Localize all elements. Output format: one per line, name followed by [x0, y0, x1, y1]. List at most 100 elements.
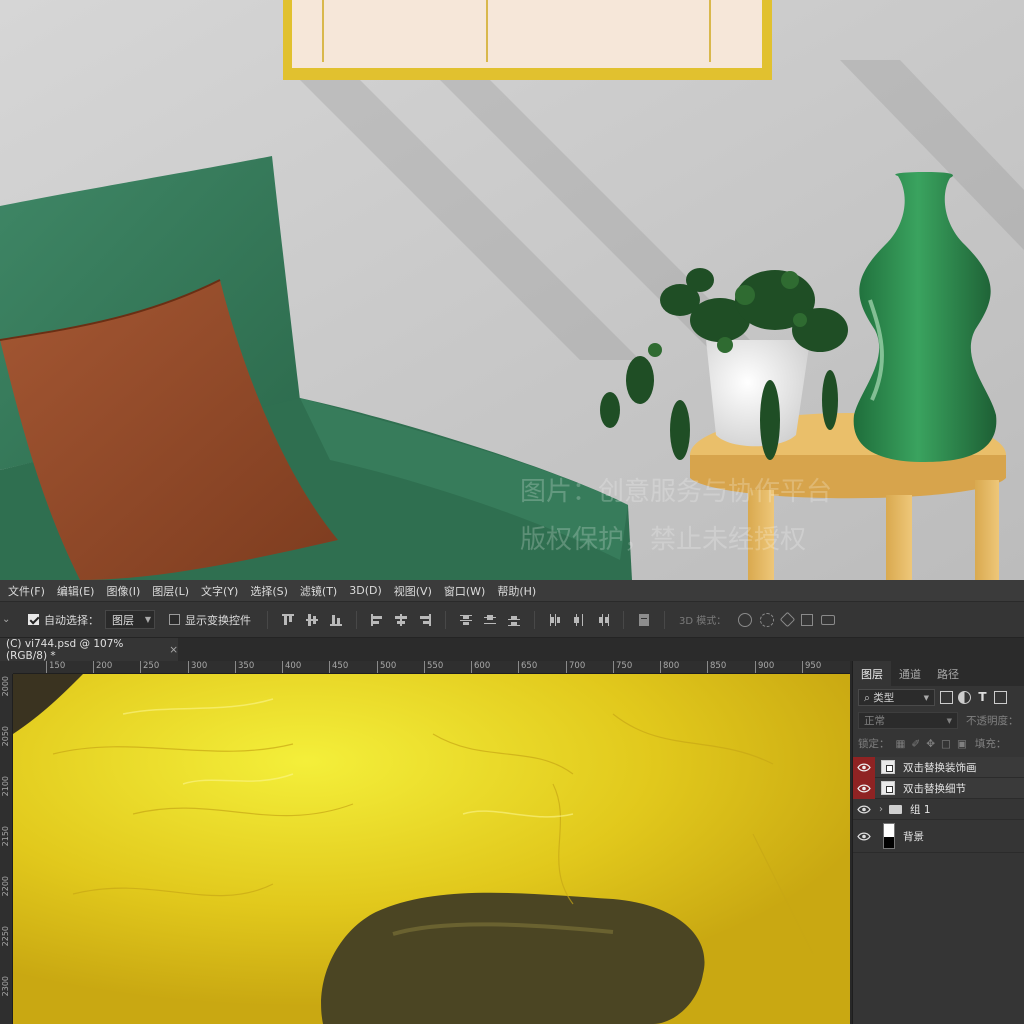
tab-channels[interactable]: 通道	[891, 661, 929, 686]
document-tab-title: (C) vi744.psd @ 107%(RGB/8) *	[6, 637, 124, 662]
menu-edit[interactable]: 编辑(E)	[51, 583, 101, 599]
align-left-icon[interactable]	[370, 613, 384, 627]
room-scene-preview: 图片：创意服务与协作平台 版权保护，禁止未经授权	[0, 0, 1024, 580]
ruler-label: 700	[566, 661, 585, 673]
yellow-texture-artwork	[13, 674, 850, 1024]
ruler-label: 2300	[1, 976, 10, 997]
ruler-label: 900	[755, 661, 774, 673]
layer-row[interactable]: 双击替换细节	[853, 777, 1024, 799]
watermark-line-2: 版权保护，禁止未经授权	[520, 524, 806, 554]
lock-position-icon[interactable]: ✥	[926, 738, 935, 750]
ruler-corner	[0, 661, 13, 674]
pixel-filter-icon[interactable]	[940, 691, 953, 704]
lock-all-icon[interactable]: ▣	[957, 738, 967, 750]
watermark-line-1: 图片：创意服务与协作平台	[520, 476, 832, 506]
document-tab[interactable]: (C) vi744.psd @ 107%(RGB/8) * ×	[0, 637, 178, 662]
horizontal-ruler[interactable]: 150 200 250 300 350 400 450 500 550 600 …	[13, 661, 850, 674]
distribute-vertical-center-icon[interactable]	[483, 613, 497, 627]
ruler-label: 400	[282, 661, 301, 673]
ruler-label: 2150	[1, 826, 10, 847]
auto-select-checkbox[interactable]	[28, 614, 39, 625]
ruler-label: 550	[424, 661, 443, 673]
tab-layers[interactable]: 图层	[853, 661, 891, 686]
3d-scale-icon[interactable]	[821, 614, 836, 625]
layer-name: 组 1	[910, 803, 931, 816]
auto-align-layers-icon[interactable]	[637, 613, 651, 627]
show-transform-checkbox[interactable]	[169, 614, 180, 625]
menu-type[interactable]: 文字(Y)	[195, 583, 244, 599]
menu-filter[interactable]: 滤镜(T)	[294, 583, 343, 599]
ruler-label: 750	[613, 661, 632, 673]
background-thumbnail	[883, 823, 895, 849]
divider	[664, 610, 665, 629]
layer-filter-value: 类型	[873, 692, 895, 704]
layer-group-row[interactable]: › 组 1	[853, 799, 1024, 820]
layer-row[interactable]: 双击替换装饰画	[853, 756, 1024, 778]
menu-bar: 文件(F) 编辑(E) 图像(I) 图层(L) 文字(Y) 选择(S) 滤镜(T…	[0, 580, 1024, 601]
menu-3d[interactable]: 3D(D)	[343, 584, 388, 597]
visibility-eye-icon[interactable]	[853, 777, 875, 799]
menu-select[interactable]: 选择(S)	[244, 583, 294, 599]
tool-preset-chevron-icon[interactable]: ⌄	[2, 614, 18, 625]
align-right-icon[interactable]	[418, 613, 432, 627]
auto-select-target-value: 图层	[112, 613, 134, 627]
panel-tabs: 图层 通道 路径	[853, 661, 1024, 686]
divider	[623, 610, 624, 629]
adjustment-filter-icon[interactable]	[958, 691, 971, 704]
menu-file[interactable]: 文件(F)	[2, 583, 51, 599]
align-bottom-icon[interactable]	[329, 613, 343, 627]
type-filter-icon[interactable]: T	[976, 691, 989, 704]
ruler-label: 350	[235, 661, 254, 673]
3d-pan-icon[interactable]	[779, 611, 796, 628]
menu-view[interactable]: 视图(V)	[388, 583, 438, 599]
ruler-label: 200	[93, 661, 112, 673]
shape-filter-icon[interactable]	[994, 691, 1007, 704]
tab-paths[interactable]: 路径	[929, 661, 967, 686]
visibility-eye-icon[interactable]	[853, 756, 875, 778]
opacity-label: 不透明度：	[966, 715, 1019, 727]
auto-select-option[interactable]: 自动选择： 图层 ▼	[28, 610, 155, 629]
menu-help[interactable]: 帮助(H)	[491, 583, 542, 599]
menu-layer[interactable]: 图层(L)	[146, 583, 195, 599]
layer-filter-dropdown[interactable]: ⌕ 类型 ▼	[858, 689, 935, 706]
lock-label: 锁定：	[858, 738, 890, 750]
3d-slide-icon[interactable]	[801, 613, 814, 626]
distribute-right-icon[interactable]	[596, 613, 610, 627]
menu-image[interactable]: 图像(I)	[100, 583, 146, 599]
3d-roll-icon[interactable]	[760, 612, 775, 627]
close-icon[interactable]: ×	[169, 644, 178, 656]
visibility-eye-icon[interactable]	[853, 799, 875, 820]
layer-name: 双击替换装饰画	[903, 761, 977, 774]
layers-panel: 图层 通道 路径 ⌕ 类型 ▼ T 正常 ▼ 不透明度： 锁定： ▦ ✐ ✥ □…	[852, 661, 1024, 1024]
visibility-eye-icon[interactable]	[853, 820, 875, 853]
lock-artboard-icon[interactable]: □	[941, 738, 951, 750]
lock-row: 锁定： ▦ ✐ ✥ □ ▣ 填充：	[853, 732, 1024, 755]
show-transform-option[interactable]: 显示变换控件	[169, 612, 251, 628]
lock-image-icon[interactable]: ✐	[911, 738, 920, 750]
ruler-label: 2100	[1, 776, 10, 797]
blend-mode-dropdown[interactable]: 正常 ▼	[858, 712, 958, 729]
3d-orbit-icon[interactable]	[738, 612, 753, 627]
distribute-bottom-icon[interactable]	[507, 613, 521, 627]
lock-transparent-icon[interactable]: ▦	[896, 738, 906, 750]
vertical-ruler[interactable]: 2000 2050 2100 2150 2200 2250 2300	[0, 674, 13, 1024]
chevron-down-icon: ▼	[946, 716, 952, 725]
document-canvas[interactable]	[13, 674, 850, 1024]
layer-row[interactable]: 背景	[853, 820, 1024, 853]
align-top-icon[interactable]	[281, 613, 295, 627]
align-vertical-center-icon[interactable]	[305, 613, 319, 627]
smart-object-thumbnail-icon	[881, 781, 895, 795]
document-tab-bar: (C) vi744.psd @ 107%(RGB/8) * ×	[0, 637, 1024, 662]
distribute-horizontal-center-icon[interactable]	[572, 613, 586, 627]
auto-select-target-dropdown[interactable]: 图层 ▼	[105, 610, 155, 629]
search-icon: ⌕	[864, 692, 870, 704]
divider	[534, 610, 535, 629]
chevron-right-icon[interactable]: ›	[879, 804, 883, 815]
distribute-left-icon[interactable]	[548, 613, 562, 627]
ruler-label: 450	[329, 661, 348, 673]
distribute-top-icon[interactable]	[459, 613, 473, 627]
ruler-label: 2200	[1, 876, 10, 897]
menu-window[interactable]: 窗口(W)	[438, 583, 491, 599]
align-horizontal-center-icon[interactable]	[394, 613, 408, 627]
ruler-label: 150	[46, 661, 65, 673]
